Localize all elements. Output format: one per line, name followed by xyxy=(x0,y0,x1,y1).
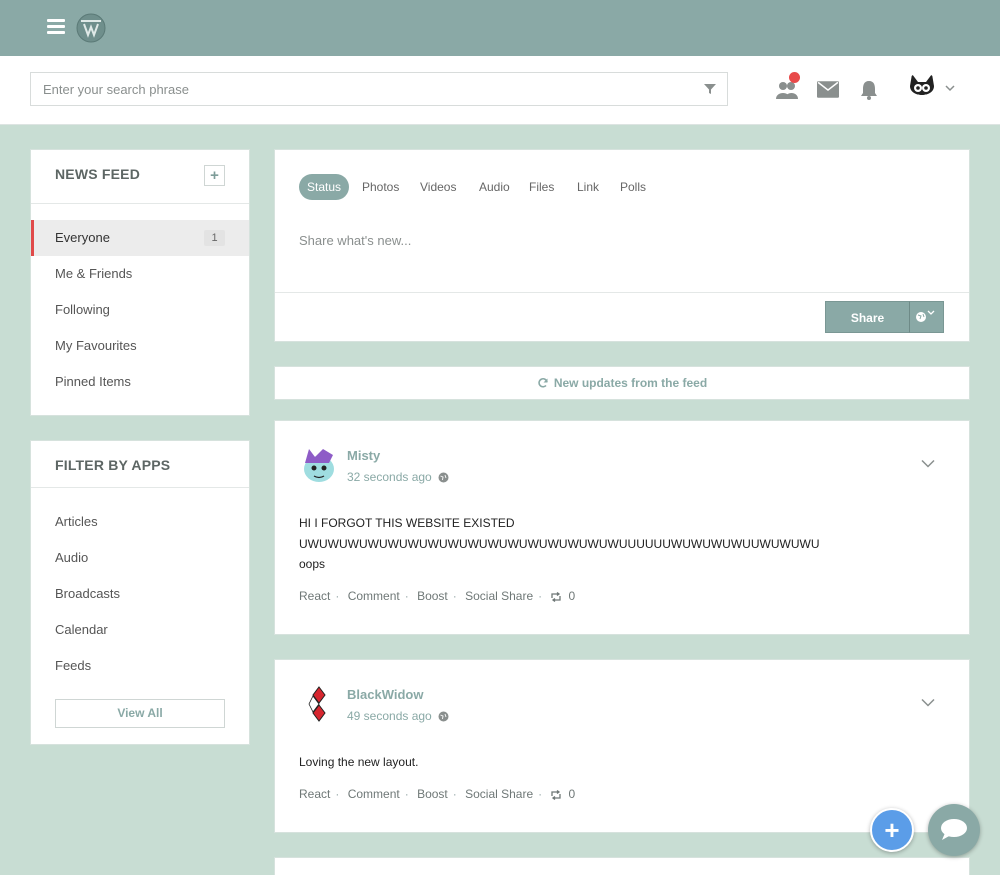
post-actions: React · Comment · Boost · Social Share · 0 xyxy=(299,787,576,801)
share-button[interactable]: Share xyxy=(825,301,910,333)
notification-dot xyxy=(789,72,800,83)
repost-icon xyxy=(551,789,562,801)
privacy-dropdown[interactable] xyxy=(909,301,944,333)
tab-link[interactable]: Link xyxy=(577,174,599,200)
globe-icon xyxy=(438,711,449,722)
add-feed-button[interactable]: + xyxy=(204,165,225,186)
bell-icon[interactable] xyxy=(858,80,880,100)
post-body: Loving the new layout. xyxy=(299,752,418,773)
top-bar xyxy=(0,0,1000,56)
post-line: UWUWUWUWUWUWUWUWUWUWUWUWUWUWUWUWUUUUUUWU… xyxy=(299,536,820,551)
tab-photos[interactable]: Photos xyxy=(362,174,399,200)
divider xyxy=(31,487,249,488)
repost-icon xyxy=(551,591,562,603)
globe-icon xyxy=(916,310,935,322)
logo-icon[interactable] xyxy=(76,13,106,43)
post-author[interactable]: Misty xyxy=(347,448,380,463)
search-input[interactable] xyxy=(31,73,671,105)
app-item-label: Articles xyxy=(55,514,98,529)
feed-item-everyone[interactable]: Everyone 1 xyxy=(31,220,249,256)
refresh-icon xyxy=(538,378,548,388)
post-author[interactable]: BlackWidow xyxy=(347,687,423,702)
app-item-label: Audio xyxy=(55,550,89,565)
composer-panel: Status Photos Videos Audio Files Link Po… xyxy=(274,149,970,342)
menu-icon[interactable] xyxy=(47,19,65,35)
count-badge: 1 xyxy=(204,230,225,246)
chat-button[interactable] xyxy=(928,804,980,856)
chat-icon xyxy=(941,819,967,840)
feed-item-label: Me & Friends xyxy=(55,266,133,281)
comment-link[interactable]: Comment xyxy=(348,787,400,801)
app-item-label: Calendar xyxy=(55,622,108,637)
social-share-link[interactable]: Social Share xyxy=(465,589,533,603)
post-line: oops xyxy=(299,557,326,571)
post-card xyxy=(274,857,970,875)
feed-item-label: Everyone xyxy=(55,230,110,245)
boost-link[interactable]: Boost xyxy=(417,787,448,801)
plus-icon: + xyxy=(210,167,219,184)
feed-item-following[interactable]: Following xyxy=(31,292,249,328)
app-item-feeds[interactable]: Feeds xyxy=(31,648,249,684)
quick-add-button[interactable]: + xyxy=(870,808,914,852)
react-link[interactable]: React xyxy=(299,589,330,603)
post-line: Loving the new layout. xyxy=(299,755,419,769)
boost-link[interactable]: Boost xyxy=(417,589,448,603)
post-avatar[interactable] xyxy=(299,445,339,485)
post-timestamp[interactable]: 32 seconds ago xyxy=(347,470,449,484)
view-all-button[interactable]: View All xyxy=(55,699,225,728)
tab-audio[interactable]: Audio xyxy=(479,174,510,200)
plus-icon: + xyxy=(884,815,900,845)
boost-count: 0 xyxy=(568,589,576,603)
tab-videos[interactable]: Videos xyxy=(420,174,456,200)
social-share-link[interactable]: Social Share xyxy=(465,787,533,801)
app-item-label: Feeds xyxy=(55,658,92,673)
news-feed-panel: NEWS FEED + Everyone 1 Me & Friends Foll… xyxy=(30,149,250,416)
app-item-broadcasts[interactable]: Broadcasts xyxy=(31,576,249,612)
envelope-icon[interactable] xyxy=(817,81,839,98)
chevron-down-icon[interactable] xyxy=(921,459,935,468)
updates-label: New updates from the feed xyxy=(553,376,708,390)
globe-icon xyxy=(438,472,449,483)
app-item-audio[interactable]: Audio xyxy=(31,540,249,576)
feed-item-label: Following xyxy=(55,302,110,317)
post-time-label: 32 seconds ago xyxy=(347,470,432,484)
post-body: HI I FORGOT THIS WEBSITE EXISTED UWUWUWU… xyxy=(299,513,819,575)
feed-item-pinned[interactable]: Pinned Items xyxy=(31,364,249,400)
tab-polls[interactable]: Polls xyxy=(620,174,646,200)
status-input[interactable]: Share what's new... xyxy=(299,233,411,248)
app-item-articles[interactable]: Articles xyxy=(31,504,249,540)
boost-count: 0 xyxy=(568,787,576,801)
chevron-down-icon[interactable] xyxy=(921,698,935,707)
search-bar xyxy=(0,56,1000,125)
post-time-label: 49 seconds ago xyxy=(347,709,432,723)
filter-icon[interactable] xyxy=(703,82,717,96)
feed-item-favourites[interactable]: My Favourites xyxy=(31,328,249,364)
post-avatar[interactable] xyxy=(299,684,339,724)
feed-item-me-friends[interactable]: Me & Friends xyxy=(31,256,249,292)
feed-item-label: My Favourites xyxy=(55,338,137,353)
post-timestamp[interactable]: 49 seconds ago xyxy=(347,709,449,723)
post-actions: React · Comment · Boost · Social Share · 0 xyxy=(299,589,576,603)
post-card: Misty 32 seconds ago HI I FORGOT THIS WE… xyxy=(274,420,970,635)
feed-item-label: Pinned Items xyxy=(55,374,131,389)
react-link[interactable]: React xyxy=(299,787,330,801)
filter-apps-panel: FILTER BY APPS Articles Audio Broadcasts… xyxy=(30,440,250,745)
post-card: BlackWidow 49 seconds ago Loving the new… xyxy=(274,659,970,833)
tab-files[interactable]: Files xyxy=(529,174,554,200)
friends-icon[interactable] xyxy=(776,80,798,100)
search-box xyxy=(30,72,728,106)
divider xyxy=(275,292,969,293)
comment-link[interactable]: Comment xyxy=(348,589,400,603)
filter-apps-title: FILTER BY APPS xyxy=(55,457,171,473)
news-feed-title: NEWS FEED xyxy=(55,166,141,182)
user-avatar[interactable] xyxy=(906,72,938,104)
post-line: HI I FORGOT THIS WEBSITE EXISTED xyxy=(299,516,515,530)
divider xyxy=(31,203,249,204)
new-updates-link[interactable]: New updates from the feed xyxy=(274,366,970,400)
app-item-calendar[interactable]: Calendar xyxy=(31,612,249,648)
tab-status[interactable]: Status xyxy=(299,174,350,200)
chevron-down-icon[interactable] xyxy=(945,84,955,92)
app-item-label: Broadcasts xyxy=(55,586,121,601)
